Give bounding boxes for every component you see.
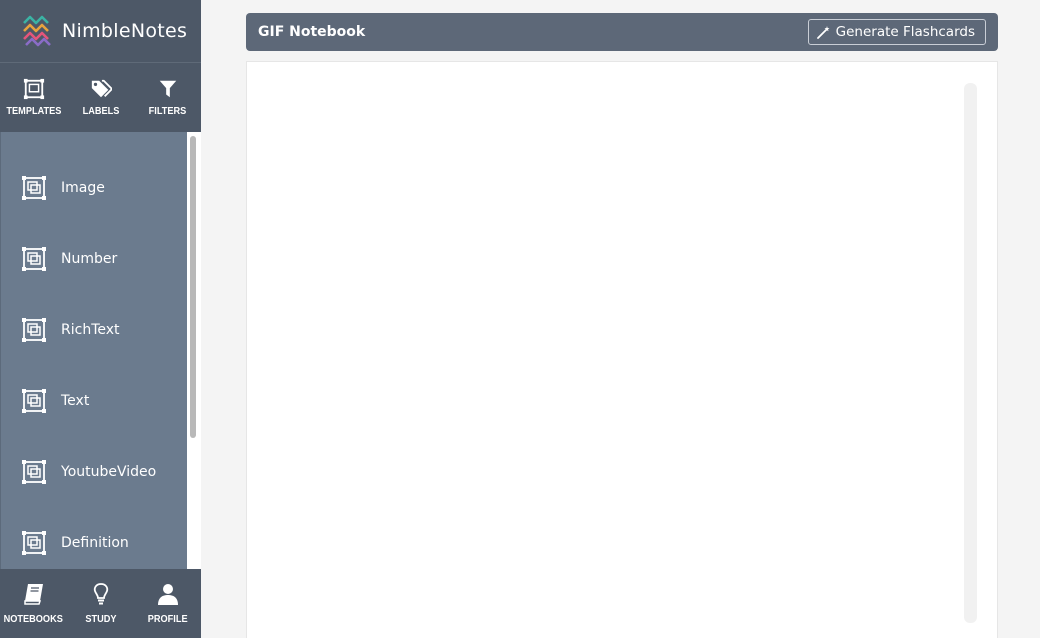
nav-templates-button[interactable]: TEMPLATES xyxy=(0,63,67,132)
template-icon xyxy=(22,388,46,413)
content-scrollbar[interactable] xyxy=(964,83,977,623)
brand-name: NimbleNotes xyxy=(62,20,188,42)
template-item-richtext[interactable]: RichText xyxy=(1,294,187,365)
nimblenotes-logo-icon xyxy=(23,15,51,47)
template-item-label: Number xyxy=(61,250,118,267)
template-icon xyxy=(22,246,46,271)
brand-header[interactable]: NimbleNotes xyxy=(0,0,201,62)
template-item-text[interactable]: Text xyxy=(1,365,187,436)
notebook-content[interactable] xyxy=(246,61,998,638)
template-item-label: YoutubeVideo xyxy=(61,463,157,480)
template-item-label: Definition xyxy=(61,534,129,551)
template-icon xyxy=(22,530,46,555)
magic-wand-icon xyxy=(816,26,830,39)
nav-labels-label: LABELS xyxy=(82,106,119,117)
scrollbar-thumb[interactable] xyxy=(190,136,196,438)
template-item-image[interactable]: Image xyxy=(1,152,187,223)
nav-notebooks-button[interactable]: NOTEBOOKS xyxy=(0,569,67,638)
filter-icon xyxy=(159,80,176,98)
top-nav: TEMPLATES LABELS FILTERS xyxy=(0,62,201,132)
template-item-youtubevideo[interactable]: YoutubeVideo xyxy=(1,436,187,507)
template-icon xyxy=(23,78,44,100)
user-icon xyxy=(157,584,178,605)
template-icon xyxy=(22,459,46,484)
template-item-label: Text xyxy=(61,392,90,409)
nav-profile-button[interactable]: PROFILE xyxy=(134,569,201,638)
nav-study-button[interactable]: STUDY xyxy=(67,569,134,638)
template-list: Image Number RichText Text YoutubeVideo … xyxy=(0,132,187,569)
notebook-header: GIF Notebook Generate Flashcards xyxy=(246,13,998,51)
sidebar: NimbleNotes TEMPLATES LABELS FILTERS Ima… xyxy=(0,0,201,638)
template-item-label: Image xyxy=(61,179,105,196)
bottom-nav: NOTEBOOKS STUDY PROFILE xyxy=(0,569,201,638)
book-icon xyxy=(23,584,43,605)
nav-filters-button[interactable]: FILTERS xyxy=(134,63,201,132)
template-icon xyxy=(22,317,46,342)
template-icon xyxy=(22,175,46,200)
nav-filters-label: FILTERS xyxy=(148,106,187,117)
tags-icon xyxy=(91,79,112,98)
nav-templates-label: TEMPLATES xyxy=(5,106,62,117)
nav-profile-label: PROFILE xyxy=(147,614,188,625)
nav-notebooks-label: NOTEBOOKS xyxy=(3,614,64,625)
template-item-definition[interactable]: Definition xyxy=(1,507,187,569)
nav-study-label: STUDY xyxy=(84,614,117,625)
template-item-number[interactable]: Number xyxy=(1,223,187,294)
nav-labels-button[interactable]: LABELS xyxy=(67,63,134,132)
template-item-label: RichText xyxy=(61,321,120,338)
notebook-title: GIF Notebook xyxy=(258,24,366,40)
lightbulb-icon xyxy=(93,583,108,605)
template-list-scrollbar[interactable] xyxy=(187,132,201,569)
generate-flashcards-label: Generate Flashcards xyxy=(835,24,975,40)
generate-flashcards-button[interactable]: Generate Flashcards xyxy=(807,19,986,45)
